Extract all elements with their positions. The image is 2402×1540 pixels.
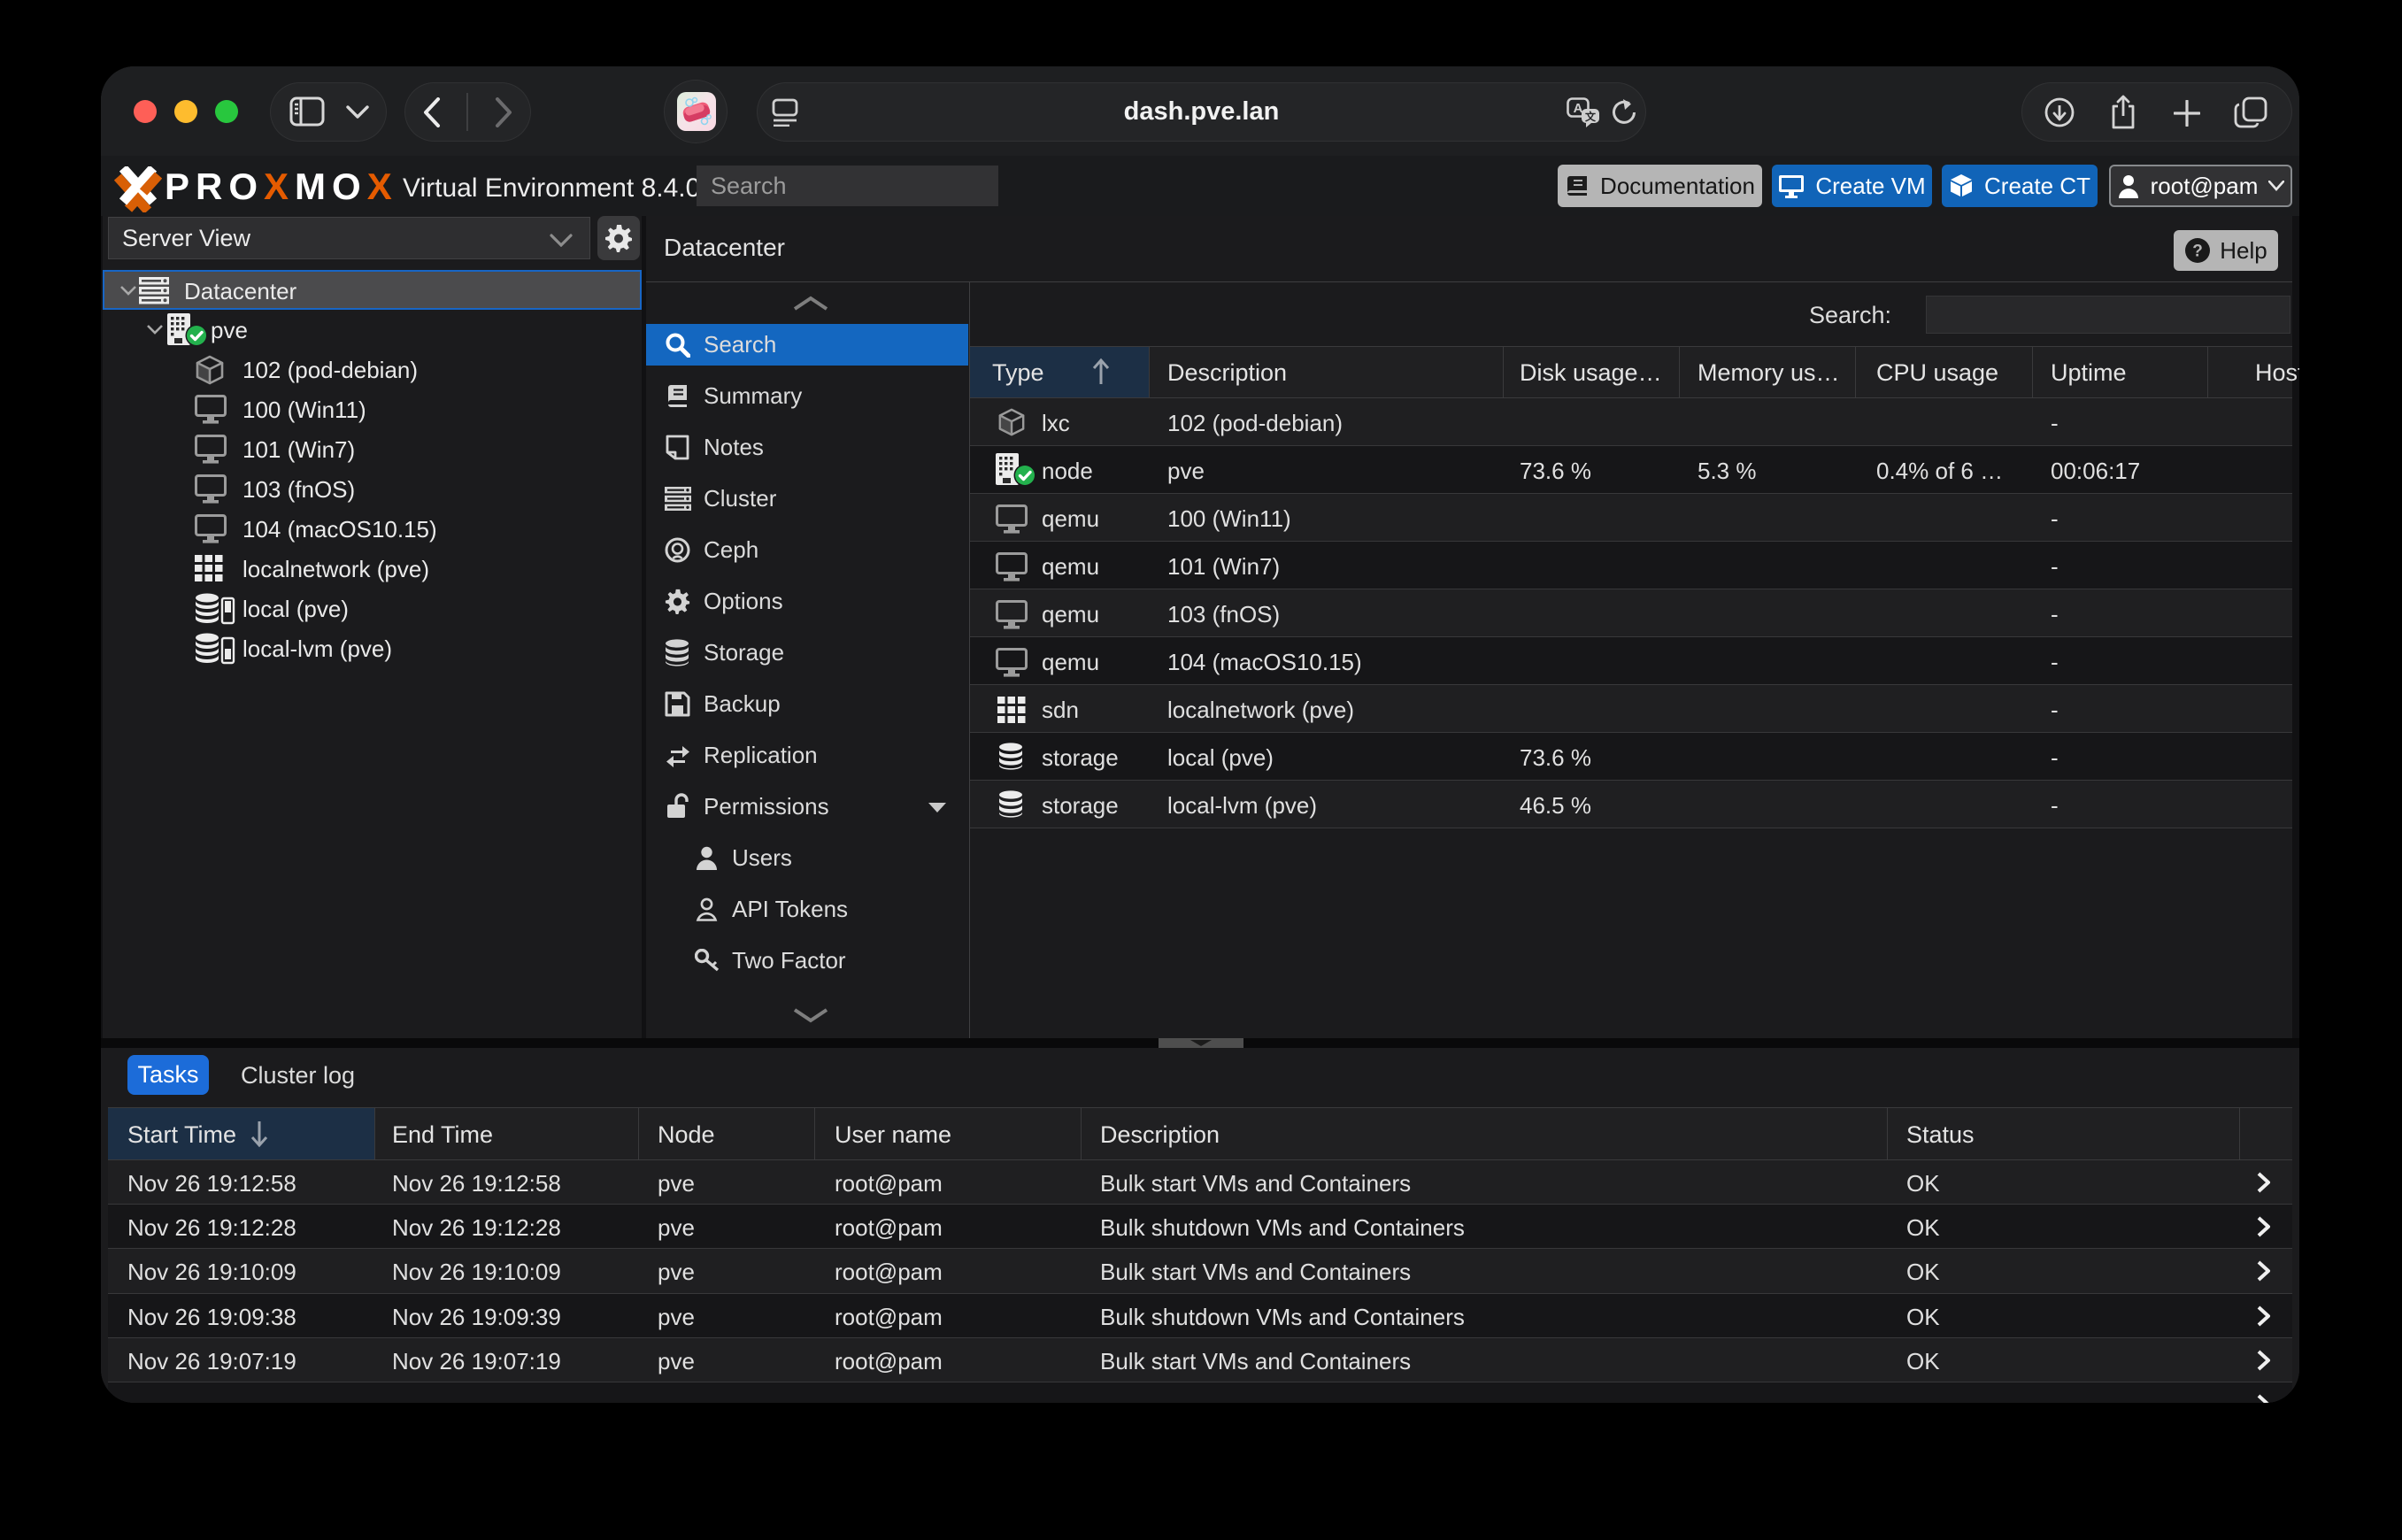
svg-text:?: ? xyxy=(2192,243,2203,261)
svg-text:文: 文 xyxy=(1585,110,1597,123)
svg-text:A: A xyxy=(1574,101,1583,116)
